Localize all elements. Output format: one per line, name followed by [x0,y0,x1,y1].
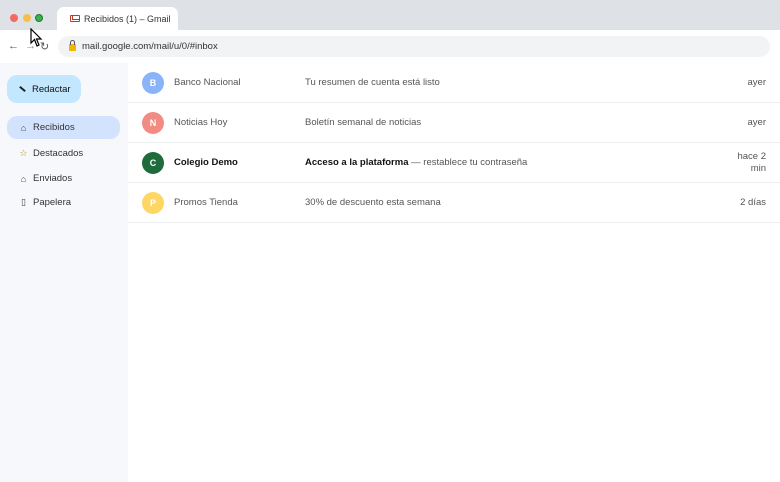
tab-title: Recibidos (1) – Gmail [84,13,171,24]
compose-button[interactable]: Redactar [7,75,81,103]
sidebar-item-label: Recibidos [33,122,75,133]
email-subject-text: Tu resumen de cuenta está listo [305,77,440,88]
browser-tab[interactable]: Recibidos (1) – Gmail [57,7,178,30]
sidebar: Redactar ⌂ Recibidos ☆ Destacados ⌂ Envi… [0,63,128,482]
email-subject: Boletín semanal de noticias [305,117,421,128]
trash-icon: ▯ [21,197,26,207]
email-subject-text: Boletín semanal de noticias [305,117,422,128]
email-subject: Acceso a la plataforma — restablece tu c… [305,157,527,168]
avatar: N [142,112,164,134]
email-date-line1: hace 2 [737,150,766,162]
email-date-line2: min [750,162,766,174]
close-window-button[interactable] [10,14,18,22]
email-date: hace 2 min [737,151,766,175]
tab-bar: Recibidos (1) – Gmail [0,0,780,30]
sidebar-item-starred[interactable]: ☆ Destacados [7,142,120,165]
email-subject-bold: Acceso a la plataforma [305,157,409,168]
star-icon: ☆ [19,148,28,158]
gmail-favicon-icon [70,15,80,22]
email-row[interactable]: N Noticias Hoy Boletín semanal de notici… [128,103,780,143]
email-row[interactable]: P Promos Tienda 30% de descuento esta se… [128,183,780,223]
sidebar-item-label: Destacados [33,148,84,159]
sidebar-item-label: Enviados [33,173,73,184]
sidebar-item-inbox[interactable]: ⌂ Recibidos [7,116,120,139]
email-sender: Colegio Demo [174,157,238,168]
email-date: ayer [747,116,766,128]
email-date: 2 días [740,196,766,208]
email-sender: Promos Tienda [174,197,238,208]
compose-label: Redactar [32,83,71,95]
avatar: P [142,192,164,214]
avatar: B [142,72,164,94]
browser-window: Recibidos (1) – Gmail ← → ↻ mail.google.… [0,0,780,482]
email-subject-text: 30% de descuento esta semana [305,197,441,208]
maximize-window-button[interactable] [35,14,43,22]
mouse-cursor-icon [30,28,43,47]
avatar: C [142,152,164,174]
sent-icon: ⌂ [20,173,27,184]
email-subject: Tu resumen de cuenta está listo [305,77,440,88]
email-subject: 30% de descuento esta semana [305,197,441,208]
url-text: mail.google.com/mail/u/0/#inbox [82,41,218,52]
sidebar-item-label: Papelera [33,197,72,208]
pencil-icon [19,85,26,93]
email-subject-snippet: — restablece tu contraseña [408,157,528,168]
sidebar-item-trash[interactable]: ▯ Papelera [7,191,120,214]
email-sender: Noticias Hoy [174,117,228,128]
url-field[interactable]: mail.google.com/mail/u/0/#inbox [58,36,770,57]
inbox-icon: ⌂ [20,122,27,133]
lock-icon [69,40,76,51]
email-date: ayer [747,76,766,88]
email-row-unread[interactable]: C Colegio Demo Acceso a la plataforma — … [128,143,780,183]
address-bar-area: ← → ↻ mail.google.com/mail/u/0/#inbox [0,30,780,63]
minimize-window-button[interactable] [23,14,31,22]
email-list: B Banco Nacional Tu resumen de cuenta es… [128,63,780,482]
email-sender: Banco Nacional [174,77,241,88]
email-row[interactable]: B Banco Nacional Tu resumen de cuenta es… [128,63,780,103]
back-arrow-icon[interactable]: ← [8,40,19,52]
sidebar-item-sent[interactable]: ⌂ Enviados [7,167,120,190]
